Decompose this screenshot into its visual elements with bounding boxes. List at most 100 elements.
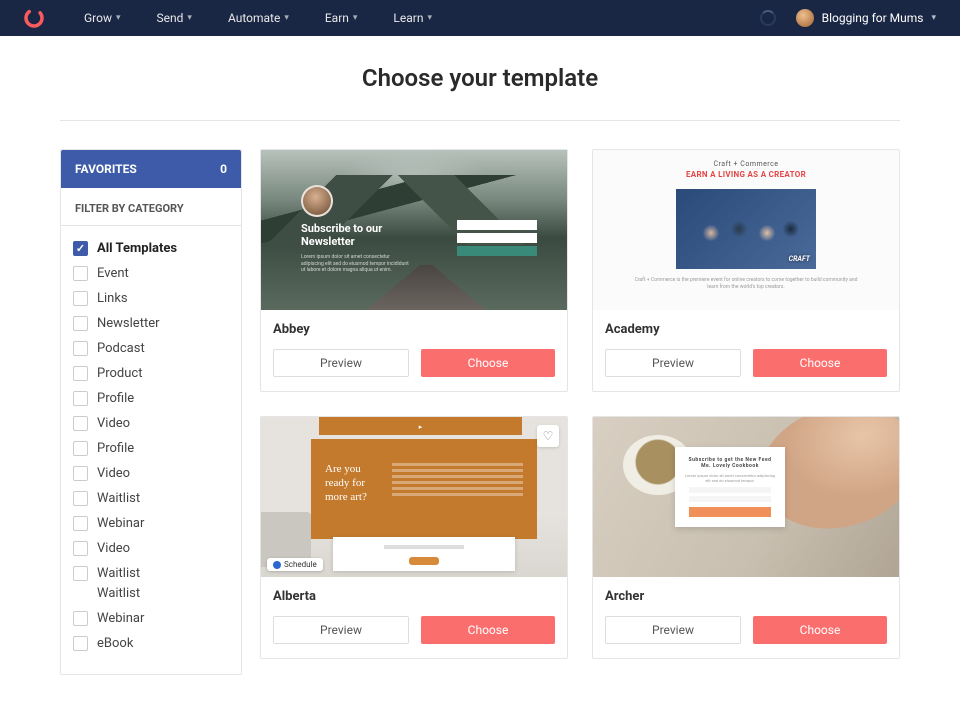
category-waitlist[interactable]: Waitlist xyxy=(73,486,229,511)
category-profile[interactable]: Profile xyxy=(73,436,229,461)
preview-button[interactable]: Preview xyxy=(605,616,741,644)
category-label: Newsletter xyxy=(97,316,160,331)
category-video[interactable]: Video xyxy=(73,536,229,561)
category-label: Video xyxy=(97,541,130,556)
chevron-down-icon: ▾ xyxy=(187,13,192,23)
favorites-label: FAVORITES xyxy=(75,162,137,176)
checkbox-icon[interactable] xyxy=(73,341,88,356)
thumb-heading: Subscribe to our Newsletter xyxy=(301,222,411,248)
chevron-down-icon: ▾ xyxy=(353,13,358,23)
thumb-logo: CRAFT xyxy=(789,255,810,263)
checkbox-icon[interactable] xyxy=(73,266,88,281)
chevron-down-icon: ▾ xyxy=(116,13,121,23)
choose-button[interactable]: Choose xyxy=(753,616,887,644)
checkbox-icon[interactable] xyxy=(73,391,88,406)
favorites-header[interactable]: FAVORITES 0 xyxy=(61,150,241,188)
avatar-icon xyxy=(301,185,333,217)
category-links[interactable]: Links xyxy=(73,286,229,311)
choose-button[interactable]: Choose xyxy=(421,616,555,644)
schedule-icon xyxy=(273,561,281,569)
page-title: Choose your template xyxy=(60,64,900,92)
chevron-down-icon: ▾ xyxy=(931,13,936,23)
category-webinar[interactable]: Webinar xyxy=(73,606,229,631)
thumb-heading: Subscribe to get the New Feed Me. Lovely… xyxy=(683,457,777,469)
thumb-heading: EARN A LIVING AS A CREATOR xyxy=(593,170,899,179)
category-label: Waitlist xyxy=(97,491,140,506)
top-nav: Grow ▾ Send▾ Automate ▾ Earn▾ Learn ▾ Blogg… xyxy=(0,0,960,36)
nav-automate[interactable]: Automate ▾ xyxy=(228,11,289,25)
template-thumbnail[interactable]: Craft + Commerce EARN A LIVING AS A CREA… xyxy=(593,150,899,310)
checkbox-icon[interactable] xyxy=(73,566,88,581)
template-card-alberta: ▸ Are you ready for more art? Schedule ♡… xyxy=(260,416,568,659)
checkbox-icon[interactable] xyxy=(73,316,88,331)
template-thumbnail[interactable]: ▸ Are you ready for more art? Schedule ♡ xyxy=(261,417,567,577)
choose-button[interactable]: Choose xyxy=(421,349,555,377)
category-video[interactable]: Video xyxy=(73,411,229,436)
nav-learn[interactable]: Learn ▾ xyxy=(393,11,432,25)
template-name: Academy xyxy=(605,322,887,337)
nav-label: Learn xyxy=(393,11,423,25)
category-ebook[interactable]: eBook xyxy=(73,631,229,656)
checkbox-icon[interactable] xyxy=(73,416,88,431)
logo-icon[interactable] xyxy=(24,8,44,28)
favorite-button[interactable]: ♡ xyxy=(537,425,559,447)
category-label: Product xyxy=(97,366,142,381)
checkbox-icon[interactable] xyxy=(73,516,88,531)
category-label: Links xyxy=(97,291,128,306)
category-webinar[interactable]: Webinar xyxy=(73,511,229,536)
category-label: Waitlist xyxy=(97,586,140,601)
category-newsletter[interactable]: Newsletter xyxy=(73,311,229,336)
checkbox-icon[interactable] xyxy=(73,441,88,456)
category-waitlist[interactable]: Waitlist xyxy=(73,561,229,586)
schedule-badge[interactable]: Schedule xyxy=(267,558,323,571)
preview-button[interactable]: Preview xyxy=(273,349,409,377)
template-name: Alberta xyxy=(273,589,555,604)
category-event[interactable]: Event xyxy=(73,261,229,286)
heart-icon: ♡ xyxy=(543,429,554,443)
favorites-count: 0 xyxy=(220,162,227,176)
nav-earn[interactable]: Earn▾ xyxy=(325,11,358,25)
category-label: Webinar xyxy=(97,611,144,626)
preview-button[interactable]: Preview xyxy=(605,349,741,377)
category-label: Waitlist xyxy=(97,566,140,581)
category-all-templates[interactable]: All Templates xyxy=(73,236,229,261)
template-grid: Subscribe to our NewsletterLorem ipsum d… xyxy=(260,149,900,659)
checkbox-icon[interactable] xyxy=(73,491,88,506)
nav-label: Automate xyxy=(228,11,280,25)
checkbox-icon[interactable] xyxy=(73,636,88,651)
thumb-heading: Are you ready for more art? xyxy=(325,463,380,525)
category-profile[interactable]: Profile xyxy=(73,386,229,411)
account-name: Blogging for Mums xyxy=(822,11,924,25)
category-label: Webinar xyxy=(97,516,144,531)
template-card-academy: Craft + Commerce EARN A LIVING AS A CREA… xyxy=(592,149,900,392)
nav-items: Grow ▾ Send▾ Automate ▾ Earn▾ Learn ▾ xyxy=(84,11,432,25)
category-video[interactable]: Video xyxy=(73,461,229,486)
checkbox-icon[interactable] xyxy=(73,291,88,306)
category-waitlist[interactable]: Waitlist xyxy=(73,586,229,606)
preview-button[interactable]: Preview xyxy=(273,616,409,644)
checkbox-icon[interactable] xyxy=(73,541,88,556)
chevron-down-icon: ▾ xyxy=(427,13,432,23)
category-label: All Templates xyxy=(97,241,177,256)
category-label: Profile xyxy=(97,441,134,456)
checkbox-icon[interactable] xyxy=(73,611,88,626)
category-label: Profile xyxy=(97,391,134,406)
category-label: Event xyxy=(97,266,129,281)
template-thumbnail[interactable]: Subscribe to our NewsletterLorem ipsum d… xyxy=(261,150,567,310)
template-thumbnail[interactable]: Subscribe to get the New Feed Me. Lovely… xyxy=(593,417,899,577)
loading-spinner-icon xyxy=(760,10,776,26)
checkbox-icon[interactable] xyxy=(73,241,88,256)
category-product[interactable]: Product xyxy=(73,361,229,386)
template-card-abbey: Subscribe to our NewsletterLorem ipsum d… xyxy=(260,149,568,392)
nav-label: Grow xyxy=(84,11,112,25)
account-menu[interactable]: Blogging for Mums ▾ xyxy=(796,9,936,27)
nav-grow[interactable]: Grow ▾ xyxy=(84,11,121,25)
chevron-down-icon: ▾ xyxy=(284,13,289,23)
category-label: eBook xyxy=(97,636,133,651)
category-podcast[interactable]: Podcast xyxy=(73,336,229,361)
filter-header: FILTER BY CATEGORY xyxy=(61,188,241,226)
checkbox-icon[interactable] xyxy=(73,366,88,381)
nav-send[interactable]: Send▾ xyxy=(157,11,192,25)
checkbox-icon[interactable] xyxy=(73,466,88,481)
choose-button[interactable]: Choose xyxy=(753,349,887,377)
